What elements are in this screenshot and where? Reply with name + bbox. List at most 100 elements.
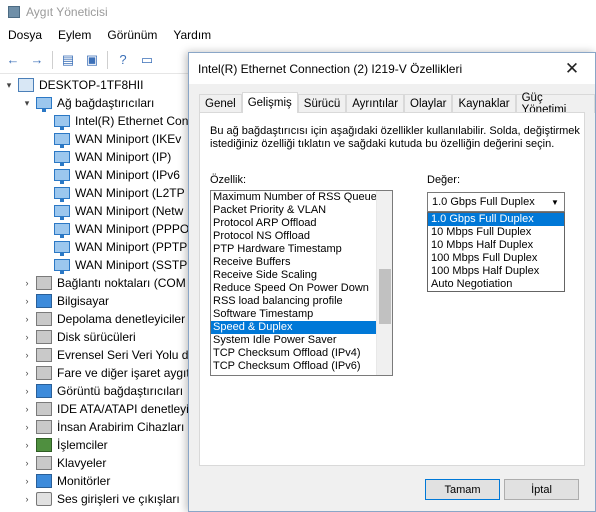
property-item[interactable]: System Idle Power Saver [211, 334, 377, 347]
property-item[interactable]: PTP Hardware Timestamp [211, 243, 377, 256]
expander-icon[interactable]: › [22, 458, 32, 468]
property-item[interactable]: Maximum Number of RSS Queues [211, 191, 377, 204]
expander-icon[interactable]: › [22, 368, 32, 378]
tree-item[interactable]: WAN Miniport (PPPO [40, 220, 189, 238]
expander-icon[interactable]: › [22, 332, 32, 342]
tree-item[interactable]: › Ses girişleri ve çıkışları [22, 490, 180, 508]
property-item[interactable]: RSS load balancing profile [211, 295, 377, 308]
net-device-icon [54, 241, 70, 256]
property-item[interactable]: Protocol ARP Offload [211, 217, 377, 230]
property-item[interactable]: TCP Checksum Offload (IPv4) [211, 347, 377, 360]
description-text: Bu ağ bağdaştırıcısı için aşağıdaki özel… [210, 125, 580, 150]
cancel-button[interactable]: İptal [504, 479, 579, 500]
expander-icon[interactable]: › [22, 296, 32, 306]
tab-2[interactable]: Sürücü [297, 94, 347, 113]
value-option[interactable]: 10 Mbps Full Duplex [428, 226, 564, 239]
tree-item-label: WAN Miniport (PPPO [75, 222, 190, 236]
tab-3[interactable]: Ayrıntılar [346, 94, 405, 113]
tree-item[interactable]: › Bağlantı noktaları (COM [22, 274, 186, 292]
expander-icon[interactable]: › [22, 494, 32, 504]
tree-item[interactable]: › Evrensel Seri Veri Yolu de [22, 346, 190, 364]
back-icon[interactable]: ← [4, 51, 22, 69]
property-item[interactable]: Reduce Speed On Power Down [211, 282, 377, 295]
expander-icon[interactable]: › [22, 278, 32, 288]
value-option[interactable]: Auto Negotiation [428, 278, 564, 291]
refresh-icon[interactable]: ▣ [83, 51, 101, 69]
generic-device-icon [36, 420, 52, 434]
property-item[interactable]: Packet Priority & VLAN [211, 204, 377, 217]
scrollbar-thumb[interactable] [379, 269, 391, 324]
scan-icon[interactable]: ▭ [138, 51, 156, 69]
value-dropdown[interactable]: 1.0 Gbps Full Duplex ▼ [427, 192, 565, 212]
tree-item[interactable]: › Klavyeler [22, 454, 106, 472]
menu-view[interactable]: Görünüm [99, 28, 165, 42]
tab-6[interactable]: Güç Yönetimi [515, 92, 595, 116]
property-list-scrollbar[interactable] [376, 191, 392, 375]
tree-item[interactable]: WAN Miniport (PPTP [40, 238, 187, 256]
tab-1[interactable]: Gelişmiş [241, 92, 298, 113]
tree-item[interactable]: › İşlemciler [22, 436, 108, 454]
tree-item[interactable]: › Fare ve diğer işaret aygıt [22, 364, 190, 382]
properties-icon[interactable]: ▤ [59, 51, 77, 69]
tree-item[interactable]: › Depolama denetleyiciler [22, 310, 185, 328]
chip-device-icon [36, 438, 52, 452]
expander-icon[interactable]: › [22, 314, 32, 324]
tree-item[interactable]: › İnsan Arabirim Cihazları [22, 418, 184, 436]
close-icon[interactable]: ✕ [549, 53, 595, 84]
tree-item[interactable]: WAN Miniport (IKEv [40, 130, 181, 148]
property-item[interactable]: Speed & Duplex [211, 321, 377, 334]
tree-item[interactable]: › Monitörler [22, 472, 110, 490]
property-item[interactable]: Receive Side Scaling [211, 269, 377, 282]
tree-item[interactable]: › Bilgisayar [22, 292, 109, 310]
property-item[interactable]: TCP Checksum Offload (IPv6) [211, 360, 377, 373]
dialog-title: Intel(R) Ethernet Connection (2) I219-V … [198, 61, 463, 76]
generic-device-icon [36, 366, 52, 380]
net-device-icon [54, 223, 70, 238]
expander-icon[interactable]: › [22, 476, 32, 486]
tree-item[interactable]: › IDE ATA/ATAPI denetleyi [22, 400, 189, 418]
tree-item-label: WAN Miniport (PPTP [75, 240, 188, 254]
property-item[interactable]: Receive Buffers [211, 256, 377, 269]
value-option[interactable]: 10 Mbps Half Duplex [428, 239, 564, 252]
expander-icon[interactable]: › [22, 386, 32, 396]
property-list[interactable]: Maximum Number of RSS Queues Packet Prior… [210, 190, 393, 376]
expander-icon[interactable]: › [22, 350, 32, 360]
tree-item[interactable]: WAN Miniport (IP) [40, 148, 171, 166]
tree-item[interactable]: › Disk sürücüleri [22, 328, 136, 346]
property-item[interactable]: Protocol NS Offload [211, 230, 377, 243]
expander-icon[interactable]: › [22, 404, 32, 414]
tree-item[interactable]: WAN Miniport (L2TP [40, 184, 185, 202]
tree-item[interactable]: ▾ Ağ bağdaştırıcıları [22, 94, 154, 112]
tree-item[interactable]: Intel(R) Ethernet Con [40, 112, 188, 130]
tree-item-label: Fare ve diğer işaret aygıt [57, 366, 190, 380]
menu-action[interactable]: Eylem [50, 28, 99, 42]
property-item[interactable]: Software Timestamp [211, 308, 377, 321]
chevron-down-icon[interactable]: ▼ [549, 196, 561, 208]
value-option[interactable]: 100 Mbps Half Duplex [428, 265, 564, 278]
menu-help[interactable]: Yardım [165, 28, 219, 42]
tree-item[interactable]: WAN Miniport (SSTP [40, 256, 187, 274]
value-dropdown-list[interactable]: 1.0 Gbps Full Duplex 10 Mbps Full Duplex 1… [427, 212, 565, 292]
dialog-titlebar[interactable]: Intel(R) Ethernet Connection (2) I219-V … [189, 53, 595, 84]
tree-item-label: Bilgisayar [57, 294, 110, 308]
tree-item[interactable]: WAN Miniport (Netw [40, 202, 183, 220]
tree-item[interactable]: ▾ DESKTOP-1TF8HII [4, 76, 143, 94]
net-device-icon [54, 115, 70, 130]
value-option[interactable]: 1.0 Gbps Full Duplex [428, 213, 564, 226]
expander-icon[interactable]: ▾ [4, 80, 14, 91]
forward-icon[interactable]: → [28, 51, 46, 69]
tree-item-label: WAN Miniport (IKEv [75, 132, 182, 146]
tree-item-label: WAN Miniport (IP) [75, 150, 172, 164]
expander-icon[interactable]: ▾ [22, 98, 32, 109]
tree-item[interactable]: › Görüntü bağdaştırıcıları [22, 382, 183, 400]
tree-item[interactable]: WAN Miniport (IPv6 [40, 166, 180, 184]
expander-icon[interactable]: › [22, 440, 32, 450]
ok-button[interactable]: Tamam [425, 479, 500, 500]
tab-4[interactable]: Olaylar [404, 94, 453, 113]
tab-0[interactable]: Genel [199, 94, 242, 113]
menu-file[interactable]: Dosya [0, 28, 50, 42]
value-option[interactable]: 100 Mbps Full Duplex [428, 252, 564, 265]
tab-5[interactable]: Kaynaklar [452, 94, 516, 113]
expander-icon[interactable]: › [22, 422, 32, 432]
help-icon[interactable]: ? [114, 51, 132, 69]
